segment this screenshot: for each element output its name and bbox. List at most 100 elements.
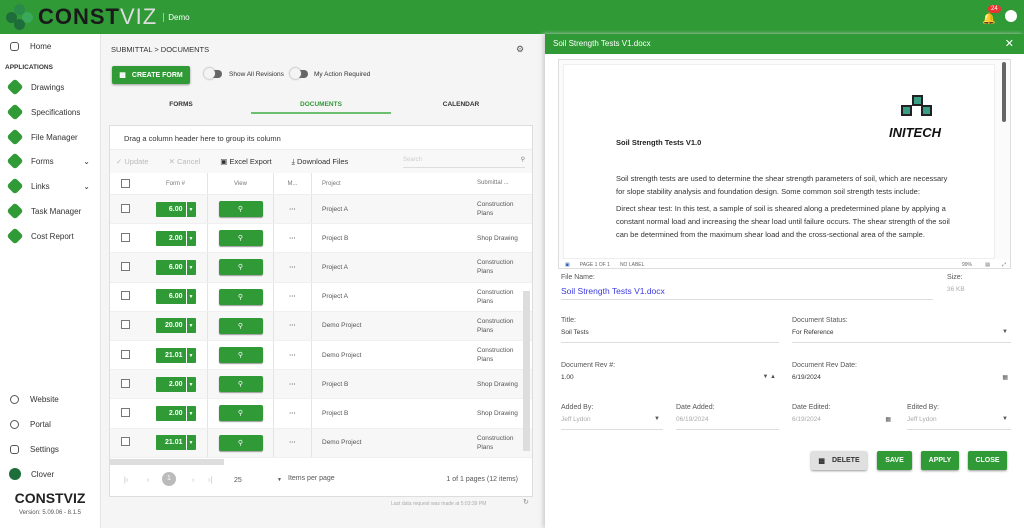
preview-scrollbar[interactable]	[1002, 62, 1006, 122]
column-more[interactable]: M...	[274, 173, 312, 194]
bell-icon[interactable]: 🔔	[982, 12, 996, 25]
more-options-icon[interactable]: ···	[274, 311, 312, 340]
excel-export-button[interactable]: ▣ Excel Export	[220, 157, 281, 166]
form-revision-button[interactable]: 20.00 ▼	[155, 318, 196, 334]
form-revision-button[interactable]: 2.00 ▼	[155, 376, 196, 392]
form-revision-button[interactable]: 6.00 ▼	[155, 259, 196, 275]
table-row[interactable]: 2.00 ▼ ⚲ ··· Project B Shop Drawing	[110, 399, 532, 429]
caret-down-icon[interactable]: ▼	[187, 406, 196, 421]
more-options-icon[interactable]: ···	[274, 195, 312, 224]
download-files-button[interactable]: ⤓ Download Files	[292, 157, 359, 167]
next-page-button[interactable]: ›	[192, 477, 194, 484]
first-page-button[interactable]: |‹	[124, 477, 128, 484]
table-row[interactable]: 21.01 ▼ ⚲ ··· Demo Project Construction P…	[110, 428, 532, 458]
close-icon[interactable]: ✕	[1005, 37, 1014, 50]
more-options-icon[interactable]: ···	[274, 253, 312, 282]
title-input[interactable]: Soil Tests	[561, 329, 779, 343]
more-options-icon[interactable]: ···	[274, 224, 312, 253]
calendar-icon[interactable]: ▦	[1002, 374, 1008, 381]
search-input[interactable]: Search ⚲	[403, 154, 525, 168]
form-revision-button[interactable]: 2.00 ▼	[155, 405, 196, 421]
row-checkbox[interactable]	[121, 291, 130, 301]
zoom-level[interactable]: 99%	[962, 262, 972, 268]
caret-down-icon[interactable]: ▼	[187, 289, 196, 304]
row-checkbox[interactable]	[121, 320, 130, 330]
view-button[interactable]: ⚲	[218, 201, 263, 218]
form-revision-button[interactable]: 6.00 ▼	[155, 289, 196, 305]
caret-down-icon[interactable]: ▼	[187, 377, 196, 392]
close-button[interactable]: CLOSE	[968, 451, 1007, 470]
sidebar-item-clover[interactable]: Clover	[0, 464, 100, 484]
row-checkbox[interactable]	[121, 232, 130, 242]
page-size-select[interactable]: 25 ▼	[234, 477, 282, 484]
form-revision-button[interactable]: 21.01 ▼	[155, 347, 196, 363]
table-row[interactable]: 6.00 ▼ ⚲ ··· Project A Construction Plans	[110, 195, 532, 225]
more-options-icon[interactable]: ···	[274, 428, 312, 457]
cancel-button[interactable]: ✕ Cancel	[169, 157, 211, 166]
apply-button[interactable]: APPLY	[921, 451, 959, 470]
my-action-required-toggle[interactable]	[290, 68, 308, 79]
table-row[interactable]: 21.01 ▼ ⚲ ··· Demo Project Construction P…	[110, 340, 532, 371]
more-options-icon[interactable]: ···	[274, 399, 312, 428]
caret-down-icon[interactable]: ▼	[187, 202, 196, 217]
row-checkbox[interactable]	[121, 407, 130, 417]
row-checkbox[interactable]	[121, 378, 130, 388]
spinner-icon[interactable]: ▼ ▲	[762, 374, 776, 380]
create-form-button[interactable]: ▩ CREATE FORM	[112, 66, 190, 84]
file-name-link[interactable]: Soil Strength Tests V1.docx	[561, 286, 933, 300]
delete-button[interactable]: ▩ DELETE	[811, 451, 867, 470]
status-select[interactable]: For Reference ▼	[792, 329, 1011, 343]
row-checkbox[interactable]	[121, 349, 130, 359]
sidebar-item-website[interactable]: Website	[0, 389, 100, 409]
sidebar-item-file-manager[interactable]: File Manager	[0, 127, 100, 147]
sidebar-item-cost-report[interactable]: Cost Report	[0, 226, 100, 246]
caret-down-icon[interactable]: ▼	[187, 260, 196, 275]
caret-down-icon[interactable]: ▼	[187, 231, 196, 246]
sidebar-item-specifications[interactable]: Specifications	[0, 102, 100, 122]
table-row[interactable]: 6.00 ▼ ⚲ ··· Project A Construction Plans	[110, 253, 532, 283]
column-view[interactable]: View	[208, 173, 274, 194]
show-all-revisions-toggle[interactable]	[204, 68, 222, 79]
table-row[interactable]: 2.00 ▼ ⚲ ··· Project B Shop Drawing	[110, 370, 532, 400]
tab-forms[interactable]: FORMS	[111, 96, 251, 114]
row-checkbox[interactable]	[121, 261, 130, 271]
view-button[interactable]: ⚲	[218, 288, 263, 305]
caret-down-icon[interactable]: ▼	[187, 435, 196, 450]
sidebar-item-portal[interactable]: Portal	[0, 414, 100, 434]
sidebar-item-drawings[interactable]: Drawings	[0, 77, 100, 97]
form-revision-button[interactable]: 6.00 ▼	[155, 201, 196, 217]
page-1-button[interactable]: 1	[162, 472, 176, 486]
rev-input[interactable]: 1.00 ▼ ▲	[561, 374, 779, 388]
tab-calendar[interactable]: CALENDAR	[391, 96, 531, 114]
horizontal-scrollbar[interactable]	[110, 459, 224, 465]
user-account-icon[interactable]	[1005, 10, 1017, 22]
save-button[interactable]: SAVE	[877, 451, 912, 470]
form-revision-button[interactable]: 21.01 ▼	[155, 435, 196, 451]
more-options-icon[interactable]: ···	[274, 282, 312, 311]
tab-documents[interactable]: DOCUMENTS	[251, 96, 391, 114]
select-all-checkbox[interactable]	[121, 179, 130, 188]
row-checkbox[interactable]	[121, 203, 130, 213]
last-page-button[interactable]: ›|	[208, 477, 212, 484]
more-options-icon[interactable]: ···	[274, 370, 312, 399]
view-button[interactable]: ⚲	[218, 259, 263, 276]
vertical-scrollbar[interactable]	[523, 291, 530, 451]
sidebar-item-task-manager[interactable]: Task Manager	[0, 201, 100, 221]
sidebar-item-settings[interactable]: Settings	[0, 439, 100, 459]
column-form-number[interactable]: Form #	[144, 173, 208, 194]
more-options-icon[interactable]: ···	[274, 340, 312, 370]
sidebar-item-home[interactable]: Home	[0, 36, 100, 56]
gear-icon[interactable]: ⚙	[516, 44, 524, 55]
refresh-icon[interactable]: ↻	[523, 498, 529, 506]
table-row[interactable]: 6.00 ▼ ⚲ ··· Project A Construction Plans	[110, 282, 532, 312]
form-revision-button[interactable]: 2.00 ▼	[155, 230, 196, 246]
column-project[interactable]: Project	[312, 173, 475, 194]
group-panel[interactable]: Drag a column header here to group its c…	[110, 126, 532, 150]
view-mode-icon[interactable]: ▤	[985, 262, 990, 268]
logo[interactable]: CONSTVIZ Demo	[6, 4, 190, 30]
view-button[interactable]: ⚲	[218, 376, 263, 393]
view-button[interactable]: ⚲	[218, 230, 263, 247]
row-checkbox[interactable]	[121, 437, 130, 447]
view-button[interactable]: ⚲	[218, 434, 263, 451]
rev-date-input[interactable]: 6/19/2024 ▦	[792, 374, 1011, 388]
